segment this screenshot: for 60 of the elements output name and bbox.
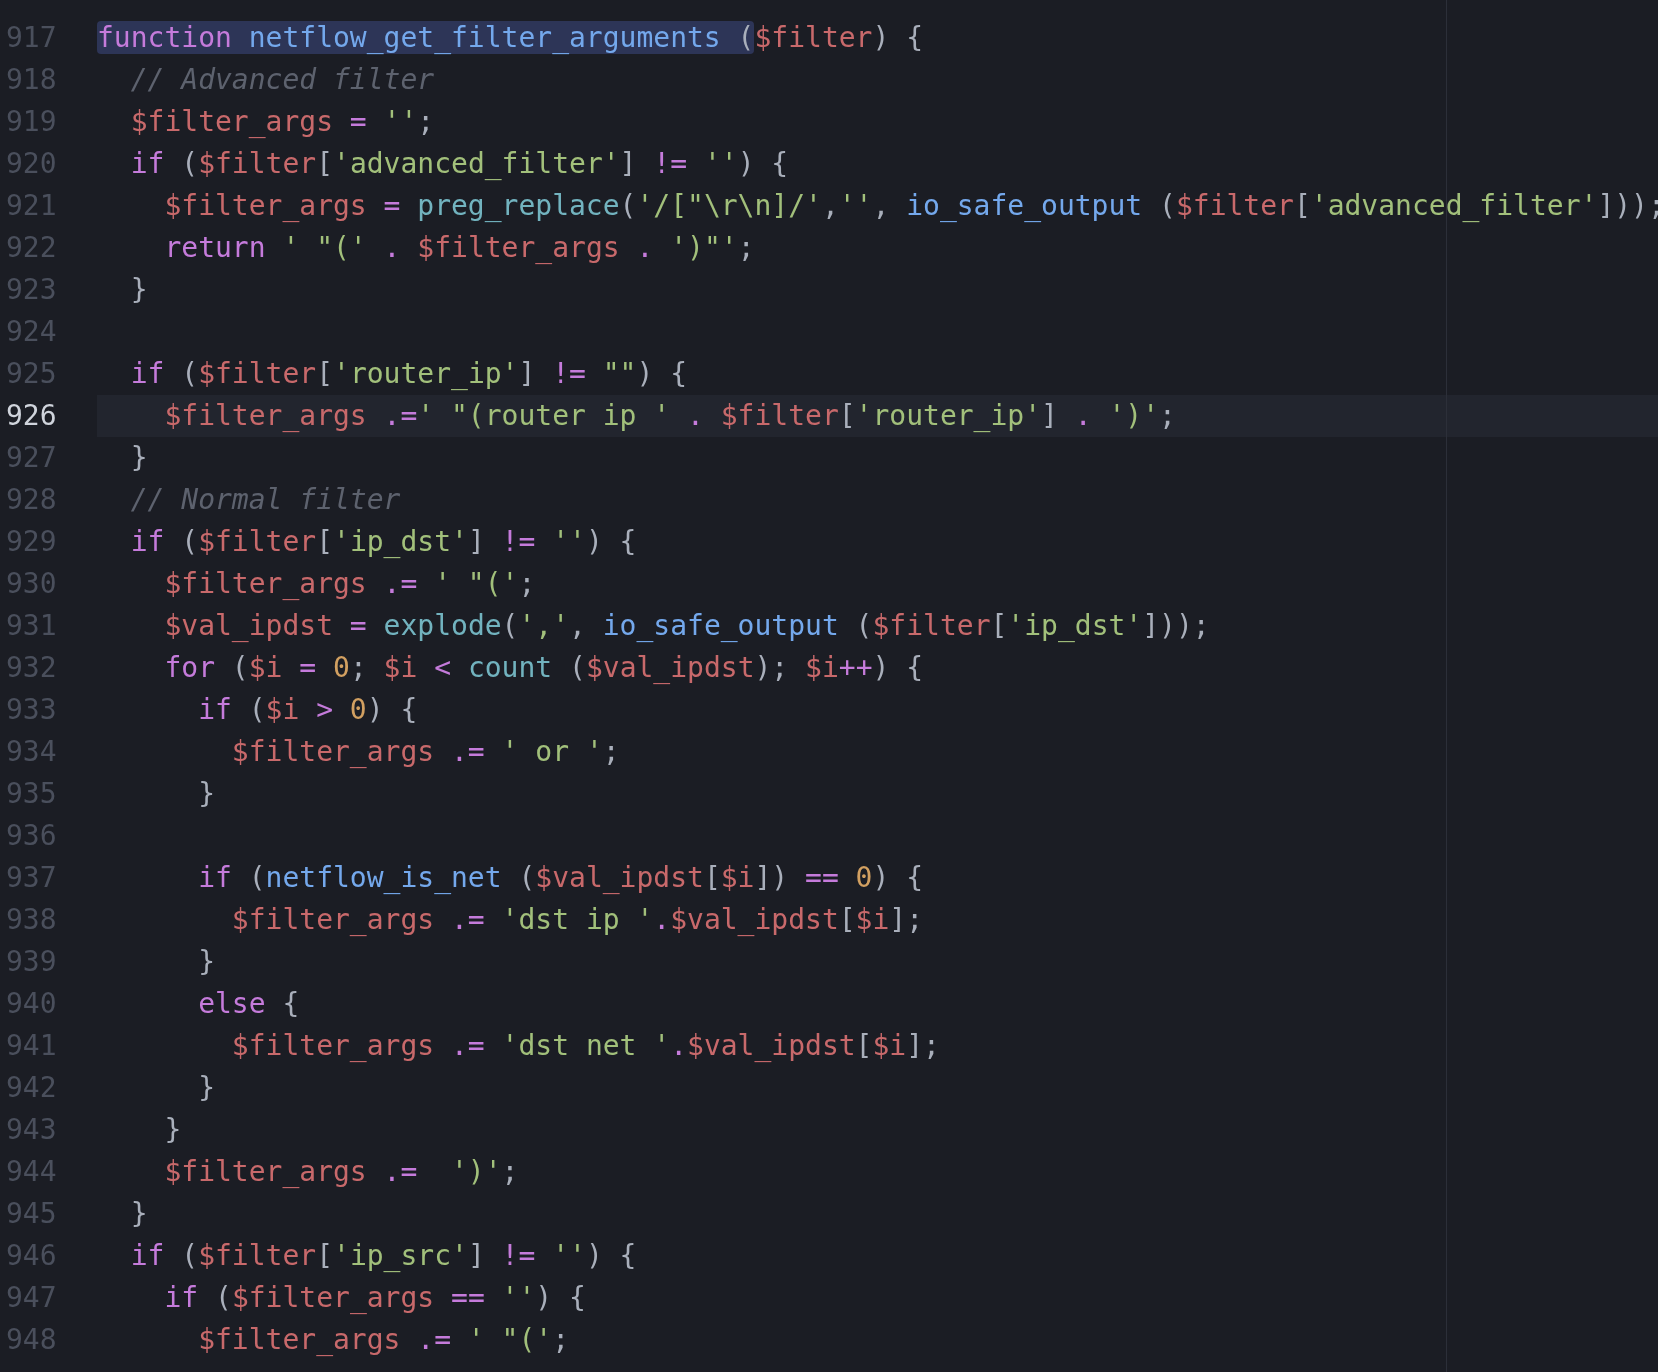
- code-line: if ($filter['advanced_filter'] != '') {: [129, 146, 790, 182]
- line-number: 930: [5, 566, 58, 602]
- code-line: return ' "(' . $filter_args . ')"';: [163, 230, 756, 266]
- line-number: 938: [5, 902, 58, 938]
- line-number: 945: [5, 1196, 58, 1232]
- line-number: 934: [5, 734, 58, 770]
- line-number: 925: [5, 356, 58, 392]
- line-number: 928: [5, 482, 58, 518]
- code-line: if ($i > 0) {: [197, 692, 419, 728]
- line-number: 923: [5, 272, 58, 308]
- code-line: if (netflow_is_net ($val_ipdst[$i]) == 0) {: [197, 860, 925, 896]
- code-line: if ($filter_args == '') {: [163, 1280, 587, 1316]
- code-line: $filter_args .= 'dst ip '.$val_ipdst[$i];: [230, 902, 925, 938]
- code-line: $filter_args .= ' or ';: [230, 734, 621, 770]
- code-line: for ($i = 0; $i < count ($val_ipdst); $i++) {: [163, 650, 925, 686]
- code-line: $filter_args .= ' "(';: [163, 566, 537, 602]
- code-line: }: [163, 1112, 183, 1148]
- line-number: 946: [5, 1238, 58, 1274]
- line-number: 917: [5, 20, 58, 56]
- line-number: 941: [5, 1028, 58, 1064]
- line-number: 931: [5, 608, 58, 644]
- code-line: $val_ipdst = explode(',', io_safe_output ($filter['ip_dst']));: [163, 608, 1211, 644]
- code-line: $filter_args = preg_replace('/["\r\n]/','', io_safe_output ($filter['advanced_filter']));: [163, 188, 1658, 224]
- line-number: 927: [5, 440, 58, 476]
- code-line: $filter_args .= 'dst net '.$val_ipdst[$i];: [230, 1028, 941, 1064]
- line-number: 947: [5, 1280, 58, 1316]
- code-line: // Normal filter: [129, 482, 402, 518]
- code-line: if ($filter['ip_dst'] != '') {: [129, 524, 638, 560]
- line-number: 937: [5, 860, 58, 896]
- line-number: 919: [5, 104, 58, 140]
- line-number: 922: [5, 230, 58, 266]
- line-number: 936: [5, 818, 58, 854]
- line-number: 948: [5, 1322, 58, 1358]
- code-line: $filter_args = '';: [129, 104, 436, 140]
- code-line: }: [197, 1070, 216, 1106]
- line-number: 929: [5, 524, 58, 560]
- code-line: }: [129, 272, 149, 308]
- code-line: $filter_args .= ')';: [163, 1154, 520, 1190]
- line-number: 940: [5, 986, 58, 1022]
- line-number: 943: [5, 1112, 58, 1148]
- code-line: else {: [197, 986, 301, 1022]
- code-line: }: [129, 440, 149, 476]
- line-number: 944: [5, 1154, 58, 1190]
- code-line: if ($filter['router_ip'] != "") {: [129, 356, 689, 392]
- line-number: 942: [5, 1070, 58, 1106]
- line-number: 933: [5, 692, 58, 728]
- line-number: 918: [5, 62, 58, 98]
- line-number: 926: [5, 398, 58, 434]
- line-number: 920: [5, 146, 58, 182]
- line-number: 924: [5, 314, 58, 350]
- code-line: if ($filter['ip_src'] != '') {: [129, 1238, 638, 1274]
- code-line: }: [129, 1196, 149, 1232]
- line-number: 932: [5, 650, 58, 686]
- code-line: $filter_args .= ' "(';: [197, 1322, 571, 1358]
- line-number: 921: [5, 188, 58, 224]
- code-line: }: [197, 776, 216, 812]
- line-number: 939: [5, 944, 58, 980]
- line-number: 935: [5, 776, 58, 812]
- code-line: }: [197, 944, 216, 980]
- code-line: // Advanced filter: [129, 62, 436, 98]
